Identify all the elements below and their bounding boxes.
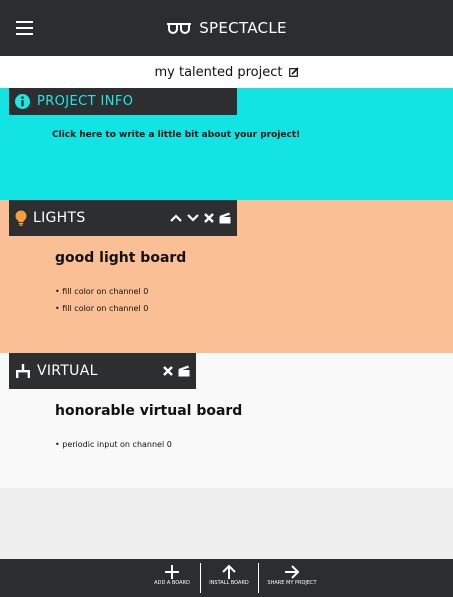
board-input-list: • periodic input on channel 0: [55, 436, 172, 453]
project-description[interactable]: Click here to write a little bit about y…: [52, 130, 300, 140]
board-controls: [170, 200, 231, 236]
plus-icon: [165, 565, 179, 579]
board-controls: [163, 353, 190, 389]
project-info-tab: PROJECT INFO: [9, 88, 237, 115]
board-name[interactable]: honorable virtual board: [55, 403, 242, 419]
project-info-title: PROJECT INFO: [37, 94, 134, 109]
list-item[interactable]: • periodic input on channel 0: [55, 436, 172, 453]
app-title: SPECTACLE: [199, 19, 287, 37]
add-board-label: ADD A BOARD: [154, 580, 190, 586]
install-board-label: INSTALL BOARD: [209, 580, 249, 586]
add-board-button[interactable]: ADD A BOARD: [143, 559, 201, 597]
board-input-list: • fill color on channel 0 • fill color o…: [55, 283, 148, 317]
info-icon: [15, 94, 30, 109]
close-icon[interactable]: [204, 213, 214, 223]
close-icon[interactable]: [163, 366, 173, 376]
brand: SPECTACLE: [0, 0, 453, 56]
bottom-toolbar: ADD A BOARD INSTALL BOARD SHARE MY PROJE…: [0, 559, 453, 597]
board-virtual: VIRTUAL honorable virtual board • period…: [0, 353, 453, 488]
app-header: SPECTACLE: [0, 0, 453, 56]
lightbulb-icon: [15, 210, 27, 226]
clapperboard-icon[interactable]: [178, 365, 190, 377]
empty-workspace: [0, 488, 453, 559]
project-name[interactable]: my talented project: [154, 65, 282, 80]
chevron-up-icon[interactable]: [170, 214, 182, 222]
chevron-down-icon[interactable]: [187, 214, 199, 222]
toolbar-divider: [258, 563, 259, 593]
board-tab-lights: LIGHTS: [9, 200, 237, 236]
virtual-board-icon: [16, 364, 30, 378]
board-tab-virtual: VIRTUAL: [9, 353, 196, 389]
install-board-button[interactable]: INSTALL BOARD: [200, 559, 258, 597]
arrow-up-icon: [222, 564, 236, 579]
spectacles-icon: [167, 23, 192, 34]
board-type-label: VIRTUAL: [37, 363, 98, 379]
board-type-label: LIGHTS: [33, 210, 86, 226]
project-info-section: PROJECT INFO Click here to write a littl…: [0, 88, 453, 200]
clapperboard-icon[interactable]: [219, 212, 231, 224]
list-item[interactable]: • fill color on channel 0: [55, 300, 148, 317]
project-name-bar: my talented project: [0, 56, 453, 88]
board-lights: LIGHTS good light board • fill color on …: [0, 200, 453, 353]
board-name[interactable]: good light board: [55, 250, 186, 266]
edit-icon[interactable]: [288, 67, 299, 77]
arrow-right-icon: [285, 565, 300, 579]
share-project-label: SHARE MY PROJECT: [267, 580, 317, 586]
share-project-button[interactable]: SHARE MY PROJECT: [263, 559, 321, 597]
list-item[interactable]: • fill color on channel 0: [55, 283, 148, 300]
